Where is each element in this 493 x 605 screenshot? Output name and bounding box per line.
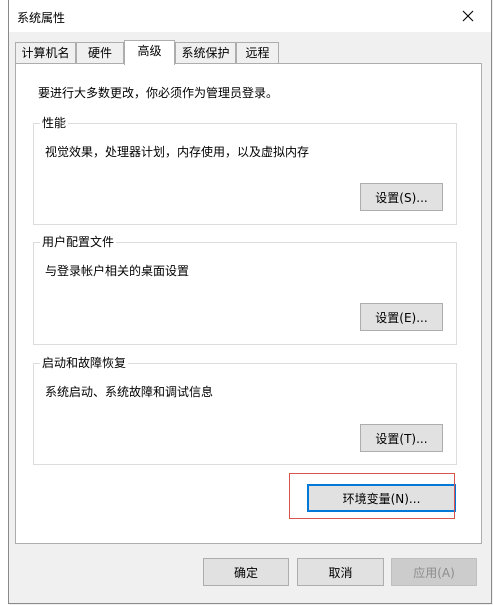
- user-profiles-settings-button[interactable]: 设置(E)...: [360, 303, 443, 331]
- background-window-edge: [0, 0, 8, 605]
- tab-computer-name[interactable]: 计算机名: [15, 42, 76, 64]
- user-profiles-description: 与登录帐户相关的桌面设置: [45, 264, 190, 278]
- apply-button: 应用(A): [391, 558, 477, 586]
- ok-button[interactable]: 确定: [203, 558, 289, 586]
- tab-system-protection[interactable]: 系统保护: [175, 42, 236, 64]
- startup-recovery-settings-button[interactable]: 设置(T)...: [360, 424, 443, 452]
- highlight-box: [289, 473, 455, 519]
- advanced-tab-panel: 要进行大多数更改，你必须作为管理员登录。 性能 视觉效果，处理器计划，内存使用，…: [15, 63, 482, 544]
- performance-description: 视觉效果，处理器计划，内存使用，以及虚拟内存: [45, 145, 310, 159]
- user-profiles-title: 用户配置文件: [40, 234, 117, 250]
- performance-title: 性能: [40, 115, 69, 131]
- startup-recovery-description: 系统启动、系统故障和调试信息: [45, 385, 214, 399]
- window-title: 系统属性: [17, 11, 66, 25]
- admin-notice: 要进行大多数更改，你必须作为管理员登录。: [38, 86, 279, 100]
- title-bar[interactable]: 系统属性: [9, 0, 491, 32]
- tab-hardware[interactable]: 硬件: [76, 42, 124, 64]
- cancel-button[interactable]: 取消: [297, 558, 384, 586]
- screen: 系统属性 计算机名 硬件 高级 系统保护 远程 要进行大多数更改，你必须作为管理…: [0, 0, 493, 605]
- tab-advanced[interactable]: 高级: [124, 40, 175, 65]
- tab-remote[interactable]: 远程: [236, 42, 279, 64]
- performance-settings-button[interactable]: 设置(S)...: [360, 183, 443, 211]
- close-icon: [462, 10, 474, 21]
- close-button[interactable]: [445, 0, 491, 31]
- user-profiles-group: 用户配置文件 与登录帐户相关的桌面设置 设置(E)...: [33, 234, 457, 345]
- startup-recovery-group: 启动和故障恢复 系统启动、系统故障和调试信息 设置(T)...: [33, 355, 457, 465]
- performance-group: 性能 视觉效果，处理器计划，内存使用，以及虚拟内存 设置(S)...: [33, 115, 457, 225]
- startup-recovery-title: 启动和故障恢复: [40, 355, 129, 371]
